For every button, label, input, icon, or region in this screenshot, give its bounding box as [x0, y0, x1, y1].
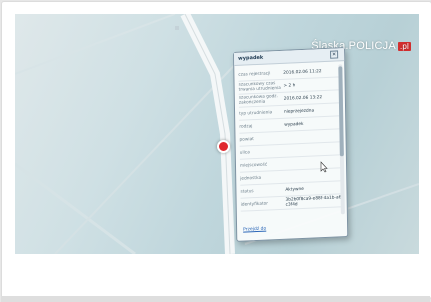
- detail-key: szacunkowy czas trwania utrudnienia: [238, 81, 281, 93]
- detail-value: Aktywne: [285, 186, 304, 193]
- detail-key: rodzaj: [239, 123, 253, 130]
- detail-value: 2016.02.06 11:22: [283, 68, 322, 76]
- post-card: Śląska.POLICJA .pl wypadek × czas rejestr…: [1, 1, 431, 299]
- detail-value: > 2 h: [283, 82, 296, 89]
- detail-value: [285, 161, 342, 163]
- detail-value: [284, 135, 341, 137]
- bottom-bar: [1, 296, 430, 302]
- popup-title: wypadek: [238, 54, 264, 62]
- incident-marker-icon[interactable]: [217, 140, 230, 153]
- popup-link[interactable]: Przejdź do: [243, 227, 266, 233]
- detail-value: [285, 148, 342, 150]
- detail-key: status: [240, 188, 254, 195]
- detail-key: szacunkowa godz. zakończenia: [238, 94, 278, 106]
- detail-value: wypadek: [284, 121, 304, 128]
- detail-key: ulica: [239, 149, 250, 156]
- detail-key: miejscowość: [239, 162, 268, 169]
- detail-value: [285, 174, 342, 176]
- detail-key: jednostka: [240, 175, 262, 182]
- brand-suffix: .pl: [397, 42, 411, 51]
- mouse-cursor-icon: [320, 161, 328, 173]
- detail-key: identyfikator: [240, 200, 269, 208]
- detail-value: nieprzejezdna: [283, 107, 315, 115]
- incident-popup: wypadek × czas rejestracji 2016.02.06 11:…: [233, 47, 349, 242]
- detail-key: powiat: [239, 136, 254, 143]
- detail-key: typ utrudnienia: [239, 109, 273, 117]
- detail-key: czas rejestracji: [238, 70, 271, 78]
- close-icon[interactable]: ×: [330, 50, 339, 59]
- detail-value: 3b2b0f8ca9-e88f-4a1b-a6c3f4d: [285, 195, 342, 208]
- detail-value: 2016.02.06 13:22: [283, 94, 323, 102]
- popup-details: czas rejestracji 2016.02.06 11:22 szacunk…: [234, 61, 347, 212]
- video-frame[interactable]: Śląska.POLICJA .pl wypadek × czas rejestr…: [15, 14, 419, 254]
